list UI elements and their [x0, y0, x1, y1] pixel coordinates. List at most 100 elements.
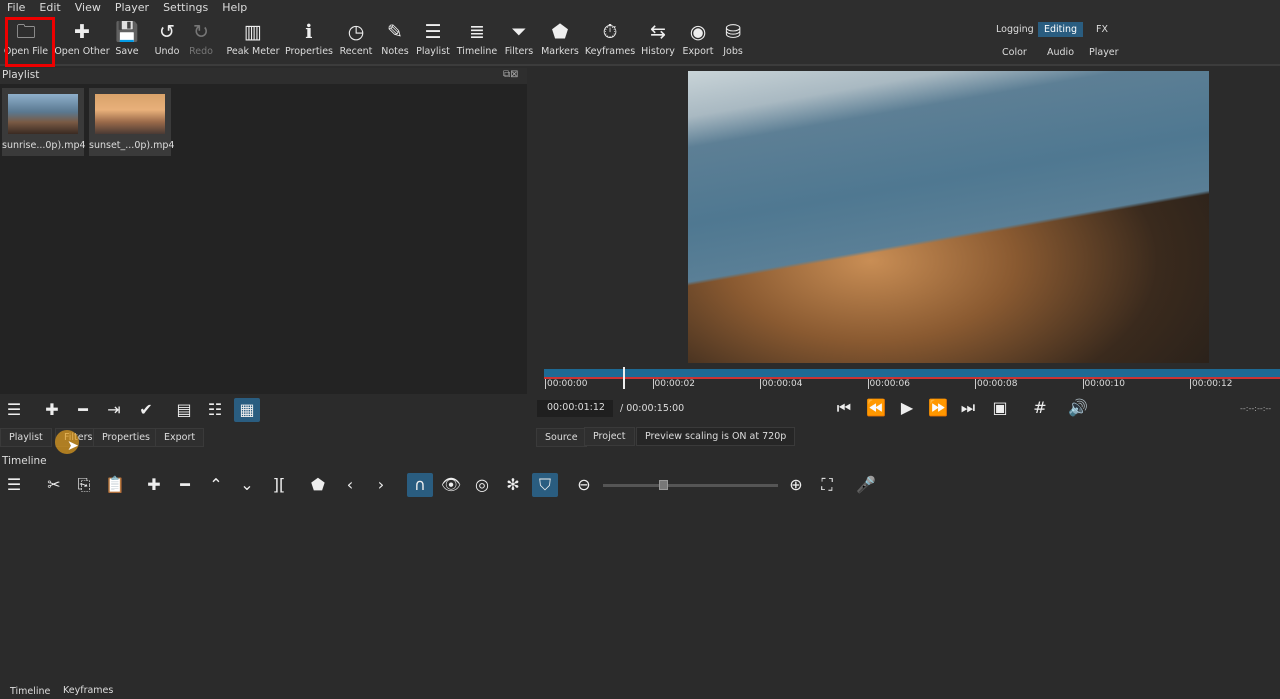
- toolbar-label: Peak Meter: [226, 46, 280, 57]
- scrub-bar[interactable]: [544, 369, 1280, 379]
- toolbar-label: Recent: [339, 46, 373, 57]
- menu-edit[interactable]: Edit: [32, 0, 67, 16]
- toolbar-redo-button[interactable]: ↻ Redo: [175, 18, 227, 57]
- stopwatch-icon: ⏱: [602, 21, 618, 43]
- playlist-item[interactable]: sunrise...0p).mp4: [2, 88, 86, 156]
- ripple-icon[interactable]: ◎: [469, 473, 495, 497]
- ripple-markers-icon[interactable]: ⛉: [532, 473, 558, 497]
- workspace-color[interactable]: Color: [996, 45, 1033, 60]
- menu-bar: File Edit View Player Settings Help: [0, 0, 1280, 16]
- filter-icon: ⏷: [511, 21, 527, 43]
- apply-icon[interactable]: ✔: [133, 398, 159, 422]
- skip-next-icon[interactable]: ⏭: [955, 396, 981, 420]
- cut-icon[interactable]: ✂: [41, 473, 67, 497]
- skip-previous-icon[interactable]: ⏮: [831, 396, 857, 420]
- timeline-title: Timeline: [2, 455, 47, 467]
- workspace-editing[interactable]: Editing: [1038, 22, 1084, 37]
- copy-icon[interactable]: ⎘: [71, 473, 97, 497]
- timeline-menu-icon[interactable]: ☰: [1, 473, 27, 497]
- lift-icon[interactable]: ⌃: [203, 473, 229, 497]
- playlist-panel: Playlist sunrise...0p).mp4 sunset_...0p)…: [0, 68, 527, 394]
- scrub-icon[interactable]: 👁: [438, 473, 464, 497]
- save-icon: 💾: [115, 21, 139, 43]
- tab-properties[interactable]: Properties: [93, 428, 160, 447]
- previous-marker-icon[interactable]: ‹: [337, 473, 363, 497]
- workspace-player[interactable]: Player: [1083, 45, 1125, 60]
- record-audio-icon[interactable]: 🎤: [853, 473, 879, 497]
- database-icon: ⛁: [725, 21, 741, 43]
- zoom-out-icon[interactable]: ⊖: [571, 473, 597, 497]
- volume-icon[interactable]: 🔊: [1065, 396, 1091, 420]
- list-icon: ☰: [424, 21, 442, 43]
- timeline-icon: ≣: [469, 21, 485, 43]
- menu-help[interactable]: Help: [215, 0, 254, 16]
- toolbar-label: Properties: [284, 46, 333, 57]
- playlist-menu-icon[interactable]: ☰: [1, 398, 27, 422]
- add-icon[interactable]: ✚: [39, 398, 65, 422]
- details-view-icon[interactable]: ▤: [171, 398, 197, 422]
- timeline-zoom-slider[interactable]: [603, 480, 778, 490]
- grid-icon[interactable]: #: [1027, 396, 1053, 420]
- split-icon[interactable]: ][: [266, 473, 292, 497]
- paste-icon[interactable]: 📋: [102, 473, 128, 497]
- ripple-delete-icon[interactable]: ━: [172, 473, 198, 497]
- append-icon[interactable]: ✚: [141, 473, 167, 497]
- tiles-view-icon[interactable]: ▦: [234, 398, 260, 422]
- preview-scaling-status: Preview scaling is ON at 720p: [636, 427, 796, 446]
- rewind-icon[interactable]: ⏪: [863, 396, 889, 420]
- toolbar-properties-button[interactable]: ℹ Properties: [283, 18, 335, 57]
- next-marker-icon[interactable]: ›: [368, 473, 394, 497]
- notes-icon: ✎: [387, 21, 403, 43]
- fast-forward-icon[interactable]: ⏩: [925, 396, 951, 420]
- toolbar-label: Save: [115, 46, 139, 57]
- playlist-item[interactable]: sunset_...0p).mp4: [89, 88, 175, 156]
- item-name: sunset_...0p).mp4: [89, 140, 175, 151]
- zoom-slider-handle[interactable]: [658, 480, 668, 490]
- thumbnail: [8, 94, 78, 134]
- toolbar-label: History: [641, 46, 675, 57]
- overwrite-icon[interactable]: ⌄: [234, 473, 260, 497]
- menu-player[interactable]: Player: [108, 0, 156, 16]
- list-view-icon[interactable]: ☷: [202, 398, 228, 422]
- open-other-icon: ✚: [74, 21, 90, 43]
- toolbar-markers-button[interactable]: ⬟ Markers: [534, 18, 586, 57]
- toolbar-keyframes-button[interactable]: ⏱ Keyframes: [584, 18, 636, 57]
- marker-icon: ⬟: [551, 21, 569, 43]
- tab-export[interactable]: Export: [155, 428, 205, 447]
- in-out-timecode: --:--:--:--: [1240, 404, 1272, 413]
- dock-float-close-icon[interactable]: ⧉⊠: [503, 69, 519, 80]
- tab-project[interactable]: Project: [584, 427, 635, 446]
- clock-icon: ◷: [347, 21, 365, 43]
- menu-file[interactable]: File: [0, 0, 32, 16]
- tab-keyframes[interactable]: Keyframes: [63, 685, 113, 696]
- tab-timeline[interactable]: Timeline: [10, 686, 50, 697]
- toolbar-label: Playlist: [416, 46, 450, 57]
- workspace-audio[interactable]: Audio: [1041, 45, 1080, 60]
- zoom-fit-timeline-icon[interactable]: ⛶: [814, 473, 840, 497]
- workspace-logging[interactable]: Logging: [990, 22, 1040, 37]
- tab-source[interactable]: Source: [536, 428, 587, 447]
- toolbar-label: Timeline: [456, 46, 498, 57]
- toolbar-peak-meter-button[interactable]: ▥ Peak Meter: [226, 18, 280, 57]
- play-icon[interactable]: ▶: [894, 396, 920, 420]
- toolbar-jobs-button[interactable]: ⛁ Jobs: [707, 18, 759, 57]
- player-scrubber[interactable]: 00:00:00 00:00:02 00:00:04 00:00:06 00:00:08…: [538, 367, 1280, 391]
- mouse-cursor-icon: ➤: [67, 438, 79, 454]
- marker-icon[interactable]: ⬟: [305, 473, 331, 497]
- tab-playlist[interactable]: Playlist: [0, 428, 52, 447]
- playhead[interactable]: [623, 367, 625, 389]
- snap-icon[interactable]: ∩: [407, 473, 433, 497]
- remove-icon[interactable]: ━: [70, 398, 96, 422]
- zoom-in-icon[interactable]: ⊕: [783, 473, 809, 497]
- zoom-fit-icon[interactable]: ▣: [987, 396, 1013, 420]
- toolbar-label: Jobs: [723, 46, 743, 57]
- menu-settings[interactable]: Settings: [156, 0, 215, 16]
- disc-icon: ◉: [689, 21, 707, 43]
- open-file-highlight: [5, 17, 55, 67]
- workspace-fx[interactable]: FX: [1090, 22, 1114, 37]
- menu-view[interactable]: View: [68, 0, 108, 16]
- bottom-tabs: Timeline Keyframes: [0, 683, 1280, 699]
- ripple-all-icon[interactable]: ✻: [500, 473, 526, 497]
- update-icon[interactable]: ⇥: [101, 398, 127, 422]
- position-timecode-input[interactable]: 00:00:01:12: [537, 400, 613, 417]
